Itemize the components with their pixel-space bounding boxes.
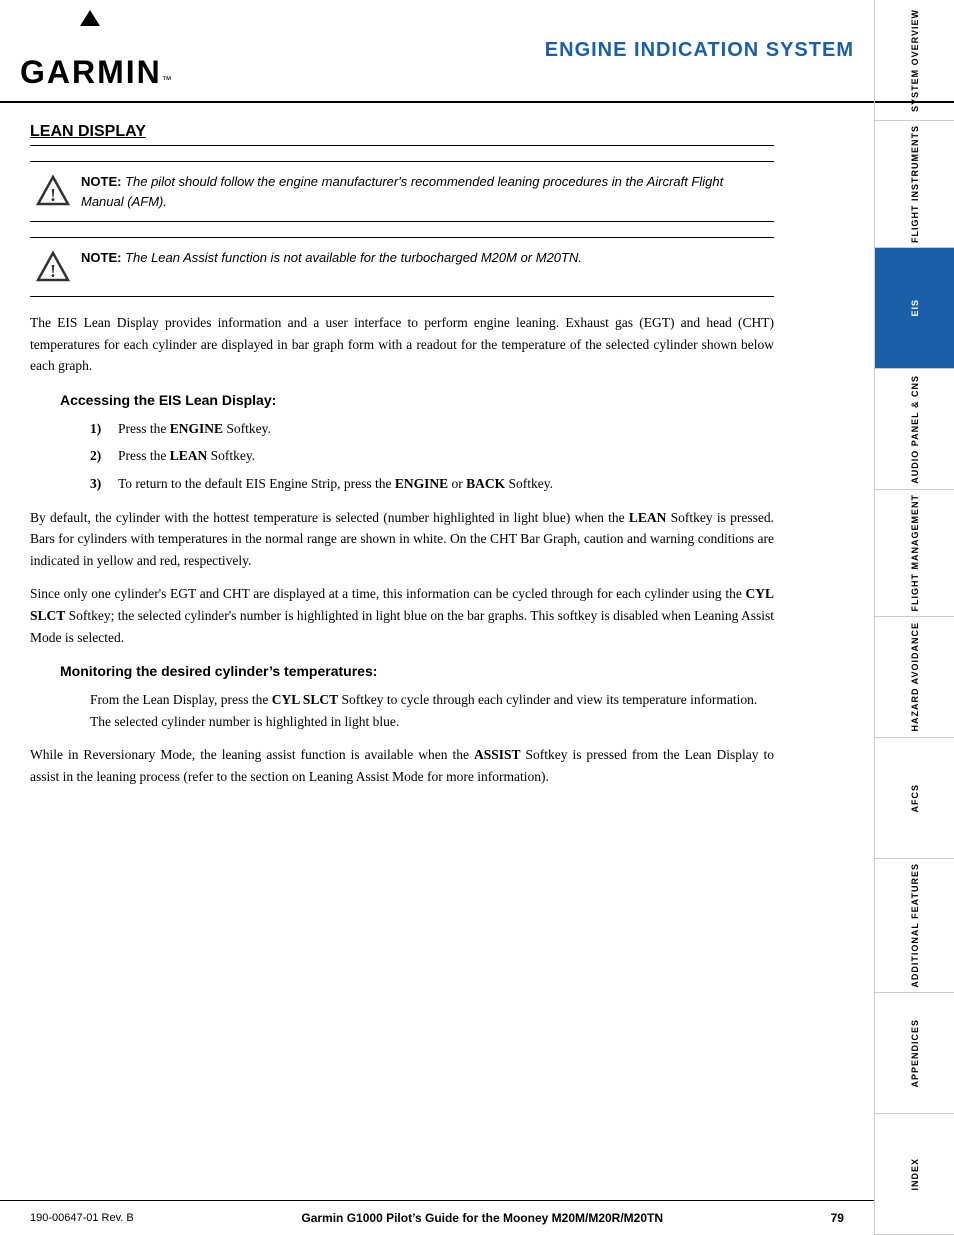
- footer-page-number: 79: [831, 1211, 844, 1225]
- note-box-1: ! NOTE: The pilot should follow the engi…: [30, 161, 774, 222]
- note-box-2: ! NOTE: The Lean Assist function is not …: [30, 237, 774, 297]
- step3-bold1: ENGINE: [395, 476, 448, 491]
- footer-doc-number: 190-00647-01 Rev. B: [30, 1212, 134, 1224]
- note-text-2: NOTE: The Lean Assist function is not av…: [81, 248, 582, 268]
- sidebar-label-appendices: APPENDICES: [910, 1019, 920, 1088]
- body-paragraph-3: Since only one cylinder's EGT and CHT ar…: [30, 583, 774, 648]
- sidebar-item-hazard-avoidance[interactable]: HAZARD AVOIDANCE: [875, 617, 954, 738]
- sub-heading-1: Accessing the EIS Lean Display:: [60, 392, 774, 408]
- body-paragraph-1: The EIS Lean Display provides informatio…: [30, 312, 774, 377]
- sidebar-item-additional-features[interactable]: ADDITIONAL FEATURES: [875, 859, 954, 993]
- note-icon-1: !: [35, 174, 71, 210]
- svg-text:!: !: [50, 261, 56, 281]
- sidebar-label-afcs: AFCS: [910, 784, 920, 813]
- sidebar-item-flight-management[interactable]: FLIGHT MANAGEMENT: [875, 490, 954, 617]
- indented-cylslct-bold: CYL SLCT: [272, 692, 338, 707]
- step-num-2: 2): [90, 445, 110, 467]
- sidebar-label-audio-panel: AUDIO PANEL & CNS: [910, 375, 920, 484]
- page-footer: 190-00647-01 Rev. B Garmin G1000 Pilot’s…: [0, 1200, 874, 1235]
- section-title: LEAN DISPLAY: [30, 123, 774, 146]
- list-item-1: 1) Press the ENGINE Softkey.: [90, 418, 774, 440]
- header-title: ENGINE INDICATION SYSTEM: [545, 39, 854, 62]
- note2-label: NOTE:: [81, 250, 121, 265]
- page-header: GARMIN ™ ENGINE INDICATION SYSTEM: [0, 0, 954, 103]
- sidebar-label-flight-instruments: FLIGHT INSTRUMENTS: [910, 125, 920, 243]
- logo-area: GARMIN ™: [20, 10, 172, 91]
- logo-text: GARMIN: [20, 54, 162, 91]
- step3-bold2: BACK: [466, 476, 505, 491]
- right-sidebar: SYSTEM OVERVIEW FLIGHT INSTRUMENTS EIS A…: [874, 0, 954, 1235]
- step-num-1: 1): [90, 418, 110, 440]
- step-text-3: To return to the default EIS Engine Stri…: [118, 473, 553, 495]
- sub-heading-2: Monitoring the desired cylinder’s temper…: [60, 663, 774, 679]
- step-num-3: 3): [90, 473, 110, 495]
- step2-bold: LEAN: [170, 448, 208, 463]
- body-paragraph-2: By default, the cylinder with the hottes…: [30, 507, 774, 572]
- step-text-1: Press the ENGINE Softkey.: [118, 418, 271, 440]
- steps-list: 1) Press the ENGINE Softkey. 2) Press th…: [90, 418, 774, 495]
- body-paragraph-4: While in Reversionary Mode, the leaning …: [30, 744, 774, 787]
- note1-label: NOTE:: [81, 174, 121, 189]
- para3-cylslct-bold: CYL SLCT: [30, 586, 774, 623]
- sidebar-item-audio-panel[interactable]: AUDIO PANEL & CNS: [875, 369, 954, 490]
- sidebar-item-eis[interactable]: EIS: [875, 248, 954, 369]
- note1-body: The pilot should follow the engine manuf…: [81, 174, 723, 209]
- step-text-2: Press the LEAN Softkey.: [118, 445, 255, 467]
- logo-triangle-icon: [80, 10, 100, 26]
- para2-lean-bold: LEAN: [629, 510, 667, 525]
- list-item-3: 3) To return to the default EIS Engine S…: [90, 473, 774, 495]
- note-text-1: NOTE: The pilot should follow the engine…: [81, 172, 769, 211]
- sidebar-label-index: INDEX: [910, 1158, 920, 1191]
- sidebar-label-additional-features: ADDITIONAL FEATURES: [910, 863, 920, 988]
- main-content: LEAN DISPLAY ! NOTE: The pilot should fo…: [0, 103, 874, 820]
- sidebar-label-flight-management: FLIGHT MANAGEMENT: [910, 494, 920, 612]
- list-item-2: 2) Press the LEAN Softkey.: [90, 445, 774, 467]
- svg-text:!: !: [50, 185, 56, 205]
- sidebar-label-hazard-avoidance: HAZARD AVOIDANCE: [910, 622, 920, 732]
- logo-tm: ™: [162, 75, 172, 86]
- sidebar-item-system-overview[interactable]: SYSTEM OVERVIEW: [875, 0, 954, 121]
- sidebar-item-index[interactable]: INDEX: [875, 1114, 954, 1235]
- note2-body: The Lean Assist function is not availabl…: [121, 250, 582, 265]
- sidebar-item-appendices[interactable]: APPENDICES: [875, 993, 954, 1114]
- sidebar-label-eis: EIS: [910, 299, 920, 317]
- step1-bold: ENGINE: [170, 421, 223, 436]
- sidebar-label-system-overview: SYSTEM OVERVIEW: [910, 9, 920, 112]
- para4-assist-bold: ASSIST: [474, 747, 521, 762]
- footer-title: Garmin G1000 Pilot’s Guide for the Moone…: [301, 1211, 663, 1225]
- sidebar-item-afcs[interactable]: AFCS: [875, 738, 954, 859]
- note-icon-2: !: [35, 250, 71, 286]
- sidebar-item-flight-instruments[interactable]: FLIGHT INSTRUMENTS: [875, 121, 954, 248]
- indented-paragraph: From the Lean Display, press the CYL SLC…: [90, 689, 774, 732]
